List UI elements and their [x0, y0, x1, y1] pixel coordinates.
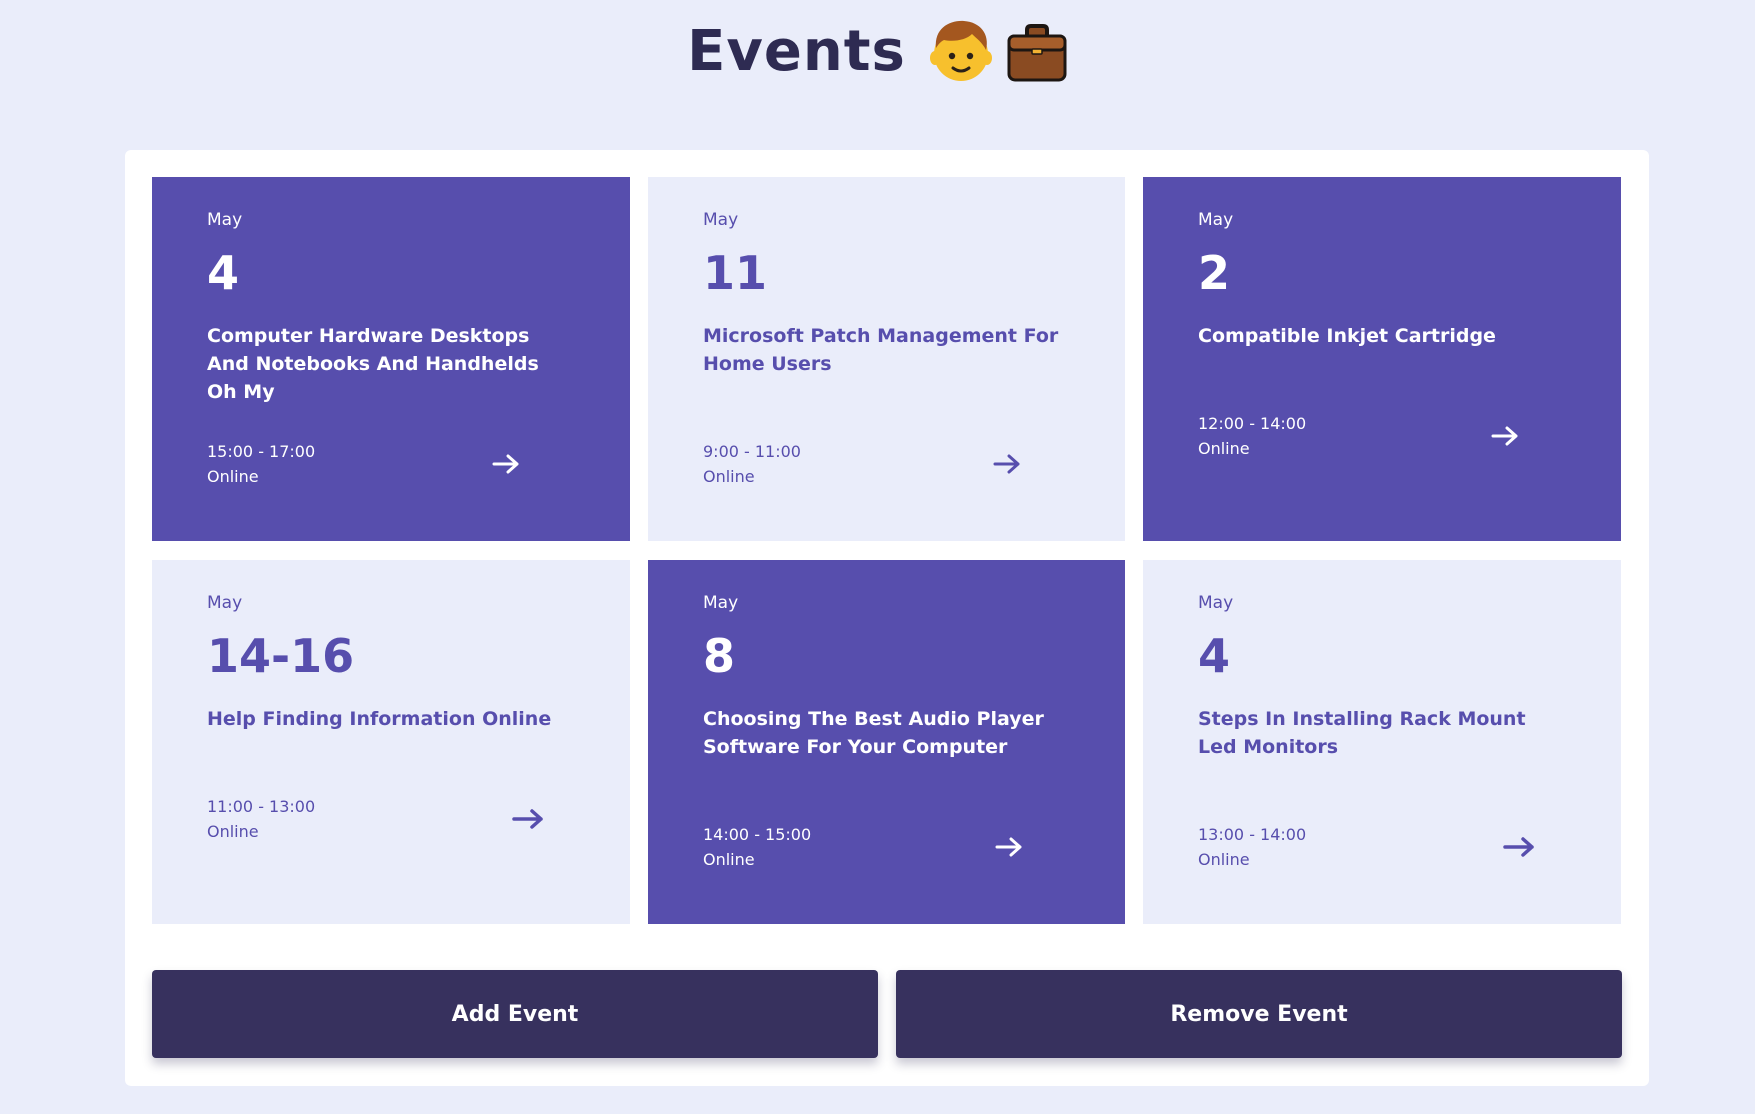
event-time: 14:00 - 15:00 [703, 825, 812, 844]
event-meta: 14:00 - 15:00 Online [703, 822, 811, 872]
event-month: May [703, 210, 739, 230]
event-meta: 13:00 - 14:00 Online [1198, 822, 1306, 872]
event-day: 14-16 [207, 629, 355, 683]
event-title: Microsoft Patch Management For Home User… [703, 325, 1059, 375]
event-location: Online [1198, 850, 1250, 869]
event-title: Computer Hardware Desktops And Notebooks… [207, 325, 539, 403]
event-card[interactable]: May 8 Choosing The Best Audio Player Sof… [648, 560, 1125, 924]
event-meta: 9:00 - 11:00 Online [703, 439, 801, 489]
event-time: 15:00 - 17:00 [207, 442, 316, 461]
event-month: May [207, 593, 243, 613]
event-time: 11:00 - 13:00 [207, 797, 316, 816]
event-day: 4 [207, 246, 240, 300]
event-month: May [1198, 593, 1234, 613]
page-header: Events [0, 18, 1755, 84]
event-meta: 11:00 - 13:00 Online [207, 794, 315, 844]
event-title: Steps In Installing Rack Mount Led Monit… [1198, 708, 1526, 758]
event-day: 2 [1198, 246, 1231, 300]
boy-face-icon [929, 20, 992, 81]
page-title: Events [687, 18, 906, 84]
event-actions: Add Event Remove Event [152, 970, 1622, 1058]
arrow-right-icon[interactable] [512, 808, 544, 830]
event-month: May [207, 210, 243, 230]
arrow-right-icon[interactable] [1503, 836, 1535, 858]
add-event-button[interactable]: Add Event [152, 970, 878, 1058]
events-grid: May 4 Computer Hardware Desktops And Not… [152, 177, 1622, 924]
event-location: Online [207, 467, 259, 486]
event-card[interactable]: May 4 Computer Hardware Desktops And Not… [152, 177, 630, 541]
event-location: Online [703, 850, 755, 869]
event-location: Online [1198, 439, 1250, 458]
event-card[interactable]: May 11 Microsoft Patch Management For Ho… [648, 177, 1125, 541]
event-meta: 15:00 - 17:00 Online [207, 439, 315, 489]
event-card[interactable]: May 4 Steps In Installing Rack Mount Led… [1143, 560, 1621, 924]
remove-event-button[interactable]: Remove Event [896, 970, 1622, 1058]
arrow-right-icon[interactable] [993, 453, 1025, 475]
event-location: Online [207, 822, 259, 841]
event-time: 12:00 - 14:00 [1198, 414, 1307, 433]
events-panel: May 4 Computer Hardware Desktops And Not… [125, 150, 1649, 1086]
event-time: 9:00 - 11:00 [703, 442, 801, 461]
briefcase-icon [1007, 24, 1067, 82]
event-card[interactable]: May 14-16 Help Finding Information Onlin… [152, 560, 630, 924]
event-title: Compatible Inkjet Cartridge [1198, 325, 1496, 347]
event-card[interactable]: May 2 Compatible Inkjet Cartridge 12:00 … [1143, 177, 1621, 541]
event-location: Online [703, 467, 755, 486]
event-title: Help Finding Information Online [207, 708, 552, 730]
event-month: May [1198, 210, 1234, 230]
arrow-right-icon[interactable] [492, 453, 524, 475]
arrow-right-icon[interactable] [1491, 425, 1523, 447]
event-meta: 12:00 - 14:00 Online [1198, 411, 1306, 461]
event-time: 13:00 - 14:00 [1198, 825, 1307, 844]
arrow-right-icon[interactable] [995, 836, 1027, 858]
event-day: 8 [703, 629, 736, 683]
event-day: 11 [703, 246, 768, 300]
event-title: Choosing The Best Audio Player Software … [703, 708, 1044, 758]
event-day: 4 [1198, 629, 1231, 683]
event-month: May [703, 593, 739, 613]
